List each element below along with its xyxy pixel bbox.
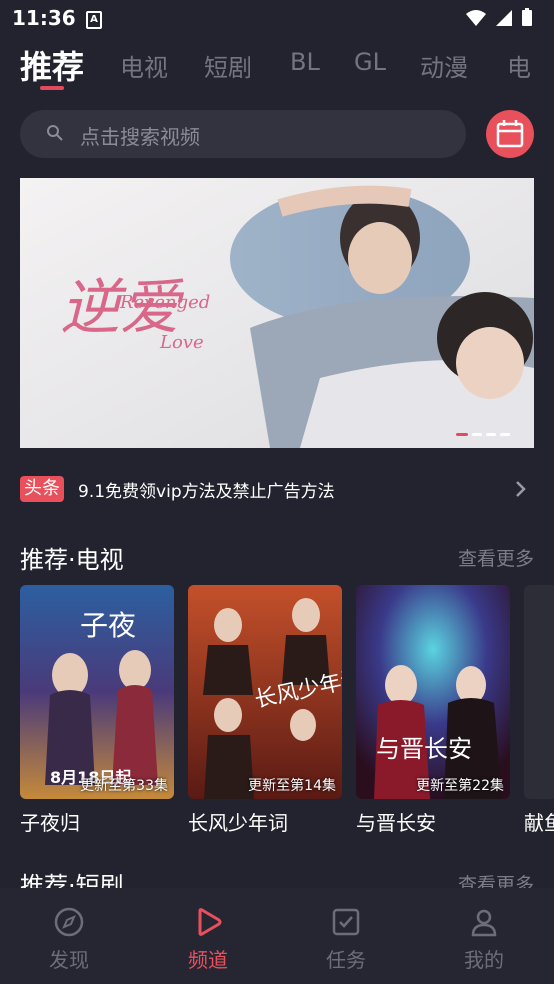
search-bar[interactable]: 点击搜索视频: [20, 110, 466, 158]
poster-image: [524, 585, 554, 799]
calendar-button[interactable]: [486, 110, 534, 158]
tab-bl[interactable]: BL: [290, 48, 320, 76]
tab-short-drama[interactable]: 短剧: [204, 48, 252, 83]
tv-card[interactable]: 长风少年词 更新至第14集 长风少年词: [188, 585, 342, 836]
nav-profile[interactable]: 我的: [444, 906, 524, 973]
headline-text: 9.1免费领vip方法及禁止广告方法: [78, 482, 335, 502]
tv-card[interactable]: 与晋长安 更新至第22集 与晋长安: [356, 585, 510, 836]
signal-icon: [496, 10, 512, 26]
user-icon: [471, 909, 497, 937]
system-status-icons: [466, 8, 532, 26]
poster-image: 长风少年词 更新至第14集: [188, 585, 342, 799]
nav-discover[interactable]: 发现: [29, 906, 109, 973]
tab-tv[interactable]: 电视: [120, 48, 168, 83]
nav-label: 我的: [464, 948, 504, 972]
category-tabs: 推荐 电视 短剧 BL GL 动漫 电: [0, 40, 554, 92]
episode-badge: 更新至第14集: [248, 778, 336, 794]
chevron-right-icon: [516, 481, 526, 497]
headline-tag: 头条: [20, 476, 64, 502]
banner-artwork: 逆爱 Revenged Love: [20, 178, 534, 448]
tv-title: 长风少年词: [188, 811, 288, 835]
see-more-tv[interactable]: 查看更多: [458, 544, 534, 571]
compass-icon: [54, 907, 84, 937]
tv-title: 与晋长安: [356, 811, 436, 835]
search-icon: [47, 125, 63, 141]
poster-image: 子夜 8月18日起 更新至第33集: [20, 585, 174, 799]
headline-notice[interactable]: 头条 9.1免费领vip方法及禁止广告方法: [20, 475, 534, 503]
tv-title: 献鱼: [524, 811, 554, 835]
tab-anime[interactable]: 动漫: [420, 48, 468, 83]
tab-movie[interactable]: 电: [507, 48, 531, 83]
nav-label: 任务: [326, 948, 366, 972]
episode-badge: 更新至第22集: [416, 778, 504, 794]
active-tab-indicator: [40, 86, 64, 90]
task-check-icon: [332, 908, 360, 936]
hero-banner[interactable]: 逆爱 Revenged Love: [20, 178, 534, 448]
wifi-icon: [466, 10, 486, 26]
search-placeholder: 点击搜索视频: [80, 125, 200, 149]
poster-title-art: 与晋长安: [376, 735, 472, 763]
episode-badge: 更新至第33集: [80, 778, 168, 794]
svg-text:子夜: 子夜: [80, 609, 136, 642]
status-bar: 11:36 A: [0, 0, 554, 36]
nav-channel[interactable]: 频道: [168, 906, 248, 973]
bottom-nav: 发现 频道 任务 我的: [0, 888, 554, 984]
tv-card[interactable]: 子夜 8月18日起 更新至第33集 子夜归: [20, 585, 174, 836]
tv-title: 子夜归: [20, 811, 80, 835]
nav-label: 频道: [188, 948, 228, 972]
nav-label: 发现: [49, 948, 89, 972]
status-time: 11:36: [12, 6, 76, 30]
calendar-icon: [496, 120, 524, 148]
nav-tasks[interactable]: 任务: [306, 906, 386, 973]
svg-text:Love: Love: [159, 332, 204, 353]
poster-image: 与晋长安 更新至第22集: [356, 585, 510, 799]
tv-card[interactable]: 献鱼: [524, 585, 554, 836]
play-icon: [198, 908, 222, 936]
tab-gl[interactable]: GL: [354, 48, 386, 76]
battery-icon: [522, 10, 532, 26]
section-title-tv: 推荐·电视: [20, 546, 124, 574]
tab-recommend[interactable]: 推荐: [20, 42, 84, 88]
notification-a-icon: A: [86, 11, 102, 29]
svg-text:Revenged: Revenged: [119, 292, 210, 313]
